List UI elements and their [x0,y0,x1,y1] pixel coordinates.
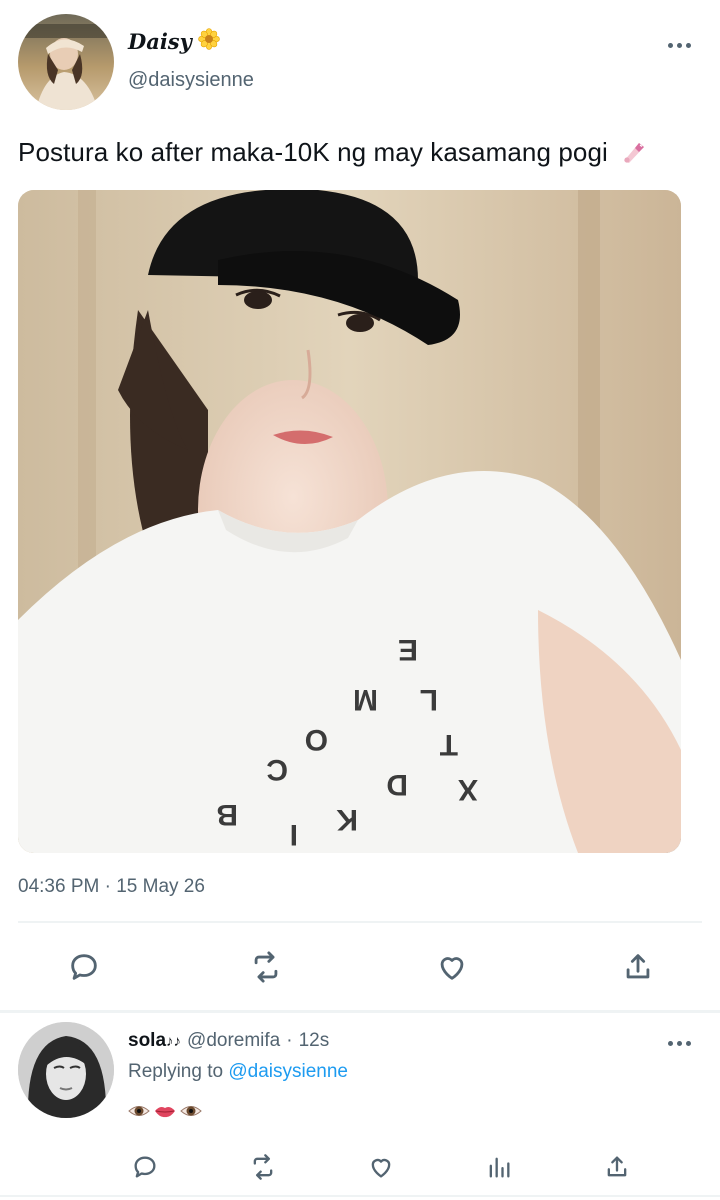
svg-text:B: B [216,798,238,831]
reply-share-icon[interactable] [600,1150,634,1184]
svg-text:I: I [290,818,298,851]
reply-icon[interactable] [64,947,104,987]
reply-time[interactable]: 12s [299,1030,330,1052]
svg-text:T: T [440,728,458,761]
like-icon[interactable] [432,947,472,987]
author-handle[interactable]: @daisysienne [128,69,254,92]
reply-analytics-icon[interactable] [482,1150,516,1184]
svg-text:X: X [458,773,478,806]
nail-polish-icon [621,137,649,172]
svg-text:L: L [420,683,438,716]
reply-header: sola♪♪ @doremifa · 12s [128,1030,329,1052]
share-icon[interactable] [618,947,658,987]
reply-author-avatar[interactable] [18,1022,114,1118]
reply-retweet-icon[interactable] [246,1150,280,1184]
svg-text:C: C [266,753,288,786]
tweet-photo[interactable]: E M O C L T X D K B I [18,190,681,853]
daisy-flower-icon [198,28,220,55]
reply-text [128,1100,202,1127]
reply-separator: · [286,1030,293,1051]
timestamp-divider [18,921,702,923]
replying-to-prefix: Replying to [128,1061,224,1082]
eye-icon [180,1100,202,1127]
eye-icon [128,1100,150,1127]
reply-author-name-text[interactable]: sola [128,1030,166,1051]
reply-author-handle[interactable]: @doremifa [187,1030,280,1052]
author-avatar[interactable] [18,14,114,110]
author-display-name[interactable]: Daisy [128,29,192,54]
more-options-icon[interactable] [668,36,696,54]
tweet-text: Postura ko after maka-10K ng may kasaman… [18,137,649,172]
musical-notes-icon: ♪♪ [166,1033,182,1050]
replying-to: Replying to @daisysienne [128,1061,348,1083]
svg-text:D: D [386,768,408,801]
reply-like-icon[interactable] [364,1150,398,1184]
reply-more-options-icon[interactable] [668,1034,696,1052]
author-display-name-row[interactable]: Daisy [128,28,220,55]
replying-to-mention[interactable]: @daisysienne [228,1061,348,1082]
svg-text:E: E [398,633,418,666]
svg-text:M: M [353,683,378,716]
reply-reply-icon[interactable] [128,1150,162,1184]
retweet-icon[interactable] [246,947,286,987]
reply-divider [0,1195,720,1197]
svg-text:K: K [336,803,358,836]
reply-author-display-name[interactable]: sola♪♪ [128,1030,181,1052]
tweet-timestamp[interactable]: 04:36 PM · 15 May 26 [18,876,205,898]
tweet-divider [0,1010,720,1013]
svg-text:O: O [305,723,328,756]
lips-icon [154,1100,176,1127]
tweet-text-body: Postura ko after maka-10K ng may kasaman… [18,137,608,167]
